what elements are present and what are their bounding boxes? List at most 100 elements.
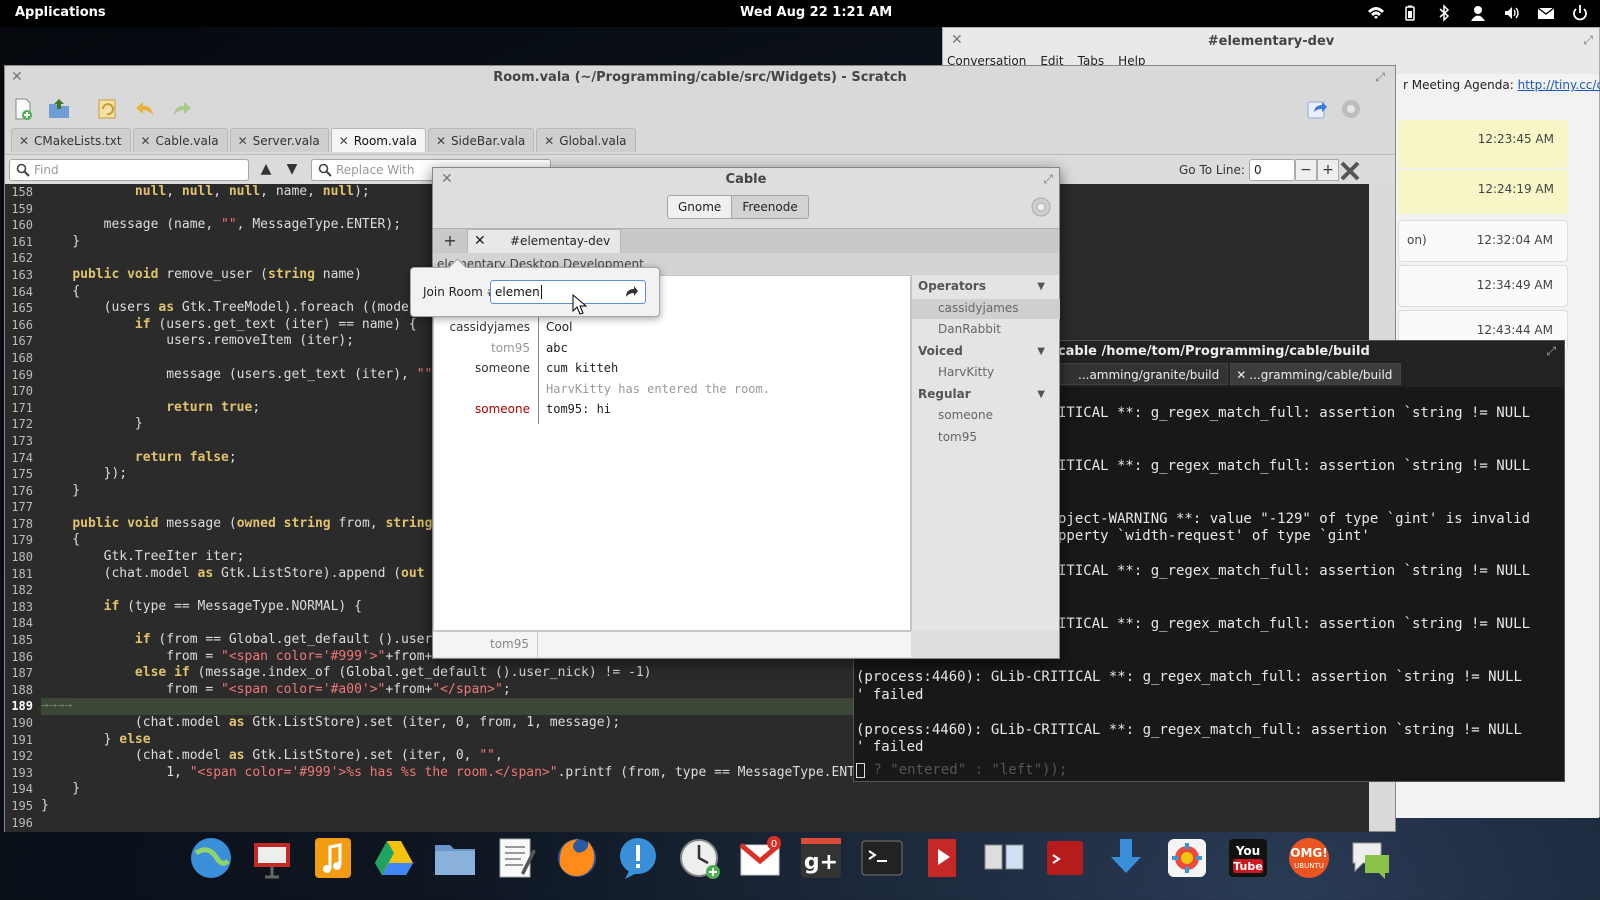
find-next-icon[interactable]: ▼ <box>283 161 301 179</box>
undo-icon[interactable] <box>131 95 159 123</box>
close-icon[interactable]: ✕ <box>1236 364 1246 386</box>
volume-icon[interactable] <box>1502 3 1522 23</box>
youtube-icon[interactable]: You Tube <box>1217 830 1278 886</box>
presentation-icon[interactable] <box>241 830 302 886</box>
firefox-icon[interactable] <box>546 830 607 886</box>
clock-icon[interactable] <box>668 830 729 886</box>
expander-arrow-icon[interactable]: ▼ <box>1037 281 1045 292</box>
terminal-input-line[interactable]: ? "entered" : "left")); <box>856 762 1067 778</box>
music-icon[interactable] <box>302 830 363 886</box>
text-caret <box>540 285 542 299</box>
terminal-icon[interactable] <box>851 830 912 886</box>
messages-icon[interactable] <box>1339 830 1400 886</box>
maximize-icon[interactable]: ⤢ <box>1375 70 1385 85</box>
message-nick[interactable]: cassidyjames <box>434 320 530 334</box>
close-icon[interactable]: ✕ <box>238 129 248 153</box>
user-list-item[interactable]: tom95 <box>938 430 977 444</box>
user-list-item[interactable]: cassidyjames <box>938 301 1019 315</box>
battery-icon[interactable] <box>1400 3 1420 23</box>
tab-sidebar[interactable]: ✕ SideBar.vala <box>427 128 535 153</box>
gear-icon[interactable] <box>1337 95 1365 123</box>
window-switcher-icon[interactable] <box>973 830 1034 886</box>
folder-icon[interactable] <box>424 830 485 886</box>
message-bubble: on) 12:32:04 AM <box>1398 220 1568 262</box>
settings-icon[interactable] <box>1156 830 1217 886</box>
download-icon[interactable] <box>1095 830 1156 886</box>
line-number: 177 <box>11 500 33 515</box>
user-list-item[interactable]: DanRabbit <box>938 322 1001 336</box>
text-editor-icon[interactable] <box>485 830 546 886</box>
tab-cable[interactable]: ✕ Cable.vala <box>132 128 228 153</box>
code-line[interactable]: } <box>41 798 1369 815</box>
message-nick[interactable]: someone <box>434 402 530 416</box>
server-freenode-button[interactable]: Freenode <box>732 195 809 219</box>
bluetooth-icon[interactable] <box>1434 3 1454 23</box>
message-input-row[interactable]: tom95 <box>433 631 911 658</box>
tab-global[interactable]: ✕ Global.vala <box>536 128 636 153</box>
server-gnome-button[interactable]: Gnome <box>667 195 733 219</box>
video-icon[interactable] <box>912 830 973 886</box>
maximize-icon[interactable]: ⤢ <box>1583 33 1593 48</box>
decrement-button[interactable]: − <box>1295 159 1317 181</box>
wifi-icon[interactable] <box>1366 3 1386 23</box>
share-icon[interactable] <box>1303 95 1331 123</box>
drive-icon[interactable] <box>363 830 424 886</box>
app-icon[interactable] <box>1034 830 1095 886</box>
line-number: 176 <box>11 483 33 498</box>
network-icon[interactable] <box>180 830 241 886</box>
find-input[interactable]: Find <box>9 159 249 181</box>
tab-room[interactable]: ✕ Room.vala <box>330 128 426 153</box>
applications-menu[interactable]: Applications <box>15 5 106 20</box>
maximize-icon[interactable]: ⤢ <box>1043 172 1053 187</box>
line-number: 180 <box>11 550 33 565</box>
join-arrow-icon[interactable] <box>623 284 639 300</box>
goto-line-input[interactable]: 0 <box>1249 159 1295 181</box>
message-nick[interactable]: tom95 <box>434 341 530 355</box>
close-icon[interactable]: ✕ <box>474 230 486 253</box>
line-number-gutter: 158 159 160 161 162 163 164 165 166 167 168 169 170 1… <box>5 184 37 832</box>
tab-room[interactable]: ✕ #elementay-dev <box>467 229 621 254</box>
close-icon[interactable]: ✕ <box>339 129 349 153</box>
redo-icon[interactable] <box>168 95 196 123</box>
clock[interactable]: Wed Aug 22 1:21 AM <box>740 5 892 20</box>
revert-icon[interactable] <box>93 95 121 123</box>
tab-label: SideBar.vala <box>450 134 526 148</box>
close-icon[interactable]: ✕ <box>436 129 446 153</box>
omg-ubuntu-icon[interactable]: OMG! UBUNTU <box>1278 830 1339 886</box>
close-icon[interactable]: ✕ <box>544 129 554 153</box>
tab-granite-build[interactable]: ...amming/granite/build <box>1059 363 1229 385</box>
new-file-icon[interactable] <box>9 95 37 123</box>
close-icon[interactable]: ✕ <box>19 129 29 153</box>
user-icon[interactable] <box>1468 3 1488 23</box>
gmail-icon[interactable]: 0 <box>729 830 790 886</box>
tab-cmakelists[interactable]: ✕ CMakeLists.txt <box>11 128 131 152</box>
search-icon <box>16 163 30 177</box>
code-line[interactable]: } <box>41 781 1369 798</box>
increment-button[interactable]: + <box>1317 159 1339 181</box>
message-nick[interactable]: someone <box>434 361 530 375</box>
maximize-icon[interactable]: ⤢ <box>1546 344 1556 359</box>
user-list-item[interactable]: HarvKitty <box>938 365 994 379</box>
user-group-header[interactable]: Voiced <box>918 344 963 358</box>
expander-arrow-icon[interactable]: ▼ <box>1037 346 1045 357</box>
join-room-input[interactable]: elemen <box>490 280 646 304</box>
user-group-header[interactable]: Regular <box>918 387 971 401</box>
expander-arrow-icon[interactable]: ▼ <box>1037 389 1045 400</box>
close-icon[interactable]: ✕ <box>141 129 151 153</box>
close-findbar-icon[interactable] <box>1338 159 1362 183</box>
find-previous-icon[interactable]: ▲ <box>257 161 275 179</box>
tab-cable-build[interactable]: ✕ ...gramming/cable/build <box>1230 363 1402 386</box>
code-line[interactable] <box>41 815 1369 832</box>
topic-link[interactable]: http://tiny.cc/co... <box>1518 78 1600 92</box>
gear-icon[interactable] <box>1030 196 1052 218</box>
chat-icon[interactable] <box>607 830 668 886</box>
power-icon[interactable] <box>1570 3 1590 23</box>
tab-server[interactable]: ✕ Server.vala <box>229 128 329 153</box>
open-file-icon[interactable] <box>45 95 73 123</box>
mail-icon[interactable] <box>1536 3 1556 23</box>
user-list-item[interactable]: someone <box>938 408 993 422</box>
message-list[interactable]: cassidyjames Cool tom95 abc someone cum kitte… <box>433 275 911 631</box>
user-group-header[interactable]: Operators <box>918 279 986 293</box>
add-room-button[interactable]: + <box>439 231 461 251</box>
google-plus-icon[interactable]: g+ <box>790 830 851 886</box>
